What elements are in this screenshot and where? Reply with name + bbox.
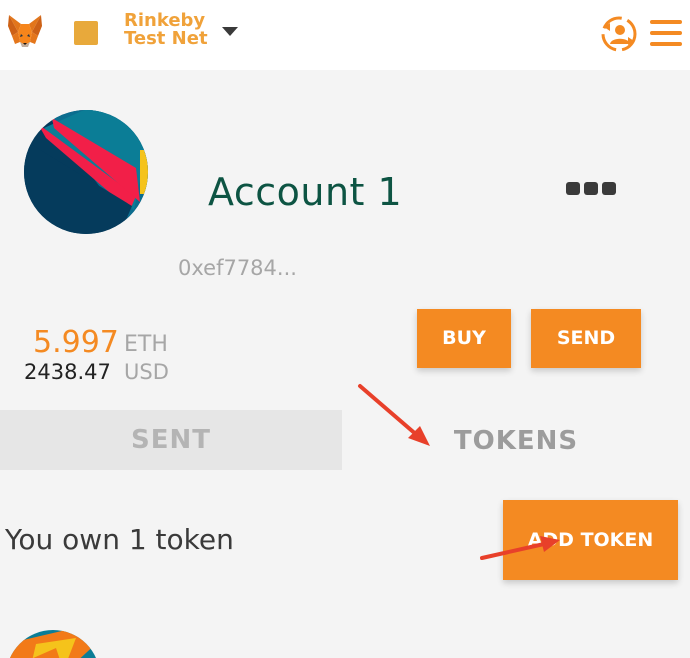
- send-button[interactable]: SEND: [531, 309, 641, 368]
- top-bar: Rinkeby Test Net: [0, 0, 690, 70]
- metamask-fox-icon[interactable]: [6, 12, 44, 50]
- account-identicon[interactable]: [24, 110, 148, 234]
- wallet-screen: Rinkeby Test Net Account 1 0xef7784... 5…: [0, 0, 690, 658]
- token-count-text: You own 1 token: [5, 523, 234, 556]
- network-name-line2: Test Net: [124, 28, 208, 49]
- eth-balance: 5.997: [33, 325, 119, 360]
- buy-button[interactable]: BUY: [417, 309, 511, 368]
- network-dropdown-caret-icon[interactable]: [222, 27, 238, 36]
- account-name[interactable]: Account 1: [208, 170, 402, 214]
- tab-sent[interactable]: SENT: [0, 410, 342, 470]
- more-dots-icon[interactable]: [566, 182, 616, 196]
- usd-balance: 2438.47: [24, 360, 111, 384]
- eth-unit: ETH: [124, 332, 168, 357]
- usd-unit: USD: [124, 360, 169, 384]
- token-identicon[interactable]: [6, 630, 100, 658]
- account-switch-icon[interactable]: [598, 13, 640, 55]
- network-indicator[interactable]: [74, 21, 98, 45]
- hamburger-menu-icon[interactable]: [650, 20, 682, 46]
- account-address[interactable]: 0xef7784...: [178, 255, 297, 281]
- add-token-button[interactable]: ADD TOKEN: [503, 500, 678, 580]
- network-name[interactable]: Rinkeby Test Net: [124, 12, 208, 48]
- tab-tokens[interactable]: TOKENS: [342, 412, 690, 470]
